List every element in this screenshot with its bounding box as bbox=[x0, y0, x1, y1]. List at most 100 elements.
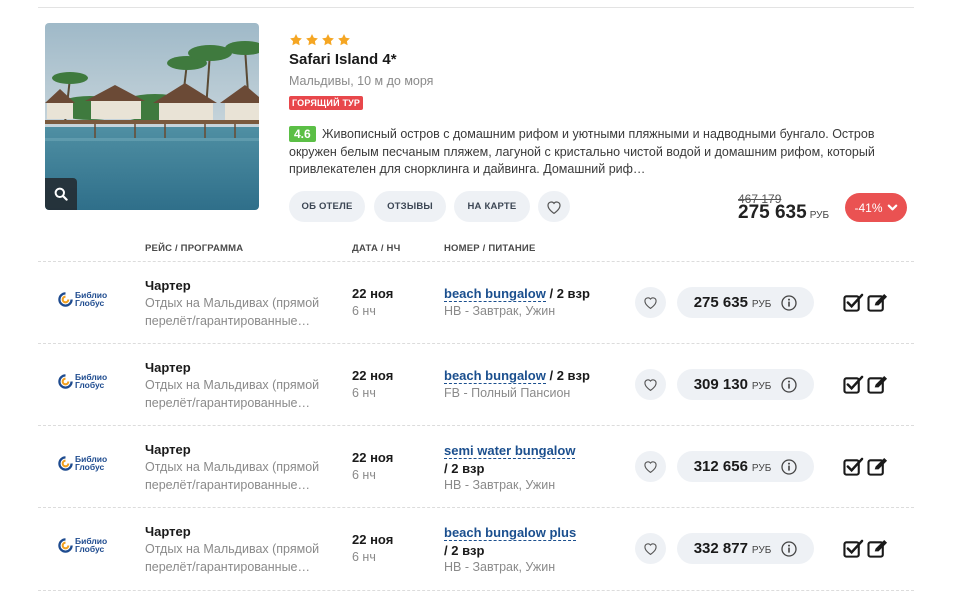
nights-count: 6 нч bbox=[352, 468, 376, 482]
operator-logo-icon bbox=[58, 291, 73, 307]
departure-date: 22 ноя bbox=[352, 286, 394, 301]
program-description: Отдых на Мальдивах (прямой перелёт/гаран… bbox=[145, 296, 320, 328]
room-name-link[interactable]: semi water bungalow bbox=[444, 444, 576, 459]
room-name-link[interactable]: beach bungalow bbox=[444, 368, 546, 384]
operator-name-line2: Глобус bbox=[75, 380, 105, 390]
hotel-photo[interactable] bbox=[45, 23, 259, 210]
rating-badge: 4.6 bbox=[289, 126, 316, 142]
operator-logo-icon bbox=[58, 455, 73, 471]
offer-row[interactable]: Библио Глобус Чартер Отдых на Мальдивах (… bbox=[38, 425, 914, 507]
zoom-button[interactable] bbox=[45, 178, 77, 210]
offer-price: 275 635 bbox=[693, 294, 748, 311]
favorite-offer-button[interactable] bbox=[635, 533, 666, 564]
info-icon[interactable] bbox=[781, 294, 797, 311]
column-header-date: ДАТА / НЧ bbox=[352, 243, 401, 254]
on-map-button[interactable]: НА КАРТЕ bbox=[454, 191, 530, 222]
checkbox-icon[interactable] bbox=[843, 375, 864, 395]
favorite-offer-button[interactable] bbox=[635, 369, 666, 400]
info-icon[interactable] bbox=[781, 458, 797, 475]
operator-name-line2: Глобус bbox=[75, 298, 105, 308]
flight-type: Чартер bbox=[145, 524, 191, 539]
offer-currency: РУБ bbox=[751, 298, 772, 310]
about-hotel-button[interactable]: ОБ ОТЕЛЕ bbox=[289, 191, 365, 222]
operator-name-line2: Глобус bbox=[75, 462, 105, 472]
column-header-flight: РЕЙС / ПРОГРАММА bbox=[145, 243, 244, 254]
checkbox-icon[interactable] bbox=[843, 457, 864, 477]
offer-currency: РУБ bbox=[751, 380, 772, 392]
nights-count: 6 нч bbox=[352, 386, 376, 400]
checkbox-icon[interactable] bbox=[843, 293, 864, 313]
info-icon[interactable] bbox=[781, 540, 797, 557]
chevron-down-icon bbox=[887, 204, 897, 211]
star-icon bbox=[338, 34, 350, 46]
heart-icon bbox=[644, 461, 657, 473]
flight-type: Чартер bbox=[145, 360, 191, 375]
operator-logo: Библио Глобус bbox=[58, 291, 107, 307]
departure-date: 22 ноя bbox=[352, 368, 394, 383]
offer-price-button[interactable]: 275 635 РУБ bbox=[677, 287, 814, 318]
operator-logo-icon bbox=[58, 373, 73, 389]
heart-icon bbox=[644, 543, 657, 555]
offer-currency: РУБ bbox=[751, 462, 772, 474]
meal-plan: HB - Завтрак, Ужин bbox=[444, 560, 556, 574]
reviews-button[interactable]: ОТЗЫВЫ bbox=[374, 191, 446, 222]
heart-icon bbox=[644, 379, 657, 391]
offer-price: 309 130 bbox=[693, 376, 748, 393]
program-description: Отдых на Мальдивах (прямой перелёт/гаран… bbox=[145, 378, 320, 410]
column-header-room: НОМЕР / ПИТАНИЕ bbox=[444, 243, 536, 254]
discount-value: -41% bbox=[854, 200, 883, 215]
offer-currency: РУБ bbox=[751, 544, 772, 556]
meal-plan: HB - Завтрак, Ужин bbox=[444, 304, 556, 318]
offer-price-button[interactable]: 309 130 РУБ bbox=[677, 369, 814, 400]
heart-icon bbox=[644, 297, 657, 309]
nights-count: 6 нч bbox=[352, 304, 376, 318]
departure-date: 22 ноя bbox=[352, 532, 394, 547]
hotel-location: Мальдивы, 10 м до моря bbox=[289, 74, 434, 88]
favorite-offer-button[interactable] bbox=[635, 451, 666, 482]
departure-date: 22 ноя bbox=[352, 450, 394, 465]
offer-price-button[interactable]: 332 877 РУБ bbox=[677, 533, 814, 564]
room-info: beach bungalow / 2 взр bbox=[444, 368, 590, 384]
hot-tour-badge: ГОРЯЩИЙ ТУР bbox=[289, 96, 364, 110]
favorite-offer-button[interactable] bbox=[635, 287, 666, 318]
offer-row[interactable]: Библио Глобус Чартер Отдых на Мальдивах (… bbox=[38, 343, 914, 425]
room-info: beach bungalow / 2 взр bbox=[444, 286, 590, 302]
offer-price-button[interactable]: 312 656 РУБ bbox=[677, 451, 814, 482]
discount-badge[interactable]: -41% bbox=[845, 193, 907, 222]
hotel-name[interactable]: Safari Island 4* bbox=[289, 51, 397, 68]
operator-logo: Библио Глобус bbox=[58, 373, 107, 389]
room-info: beach bungalow plus / 2 взр bbox=[444, 525, 577, 558]
operator-logo-icon bbox=[58, 537, 73, 553]
search-icon bbox=[54, 187, 68, 201]
hotel-price: 275 635 РУБ bbox=[738, 202, 829, 224]
table-bottom-divider bbox=[38, 590, 914, 591]
favorite-hotel-button[interactable] bbox=[538, 191, 570, 222]
info-icon[interactable] bbox=[781, 376, 797, 393]
offer-row[interactable]: Библио Глобус Чартер Отдых на Мальдивах (… bbox=[38, 507, 914, 589]
nights-count: 6 нч bbox=[352, 550, 376, 564]
room-pax: / 2 взр bbox=[444, 461, 485, 476]
room-info: semi water bungalow / 2 взр bbox=[444, 443, 576, 476]
room-name-link[interactable]: beach bungalow plus bbox=[444, 526, 577, 541]
star-icon bbox=[306, 34, 318, 46]
room-name-link[interactable]: beach bungalow bbox=[444, 286, 546, 302]
checkbox-icon[interactable] bbox=[843, 539, 864, 559]
hotel-stars bbox=[289, 33, 351, 47]
top-divider bbox=[38, 7, 914, 8]
star-icon bbox=[322, 34, 334, 46]
edit-icon[interactable] bbox=[867, 293, 890, 313]
offer-price: 312 656 bbox=[693, 458, 748, 475]
offer-row[interactable]: Библио Глобус Чартер Отдых на Мальдивах (… bbox=[38, 261, 914, 343]
operator-logo: Библио Глобус bbox=[58, 537, 107, 553]
hotel-price-currency: РУБ bbox=[809, 210, 830, 221]
heart-icon bbox=[547, 200, 561, 214]
edit-icon[interactable] bbox=[867, 539, 890, 559]
edit-icon[interactable] bbox=[867, 457, 890, 477]
room-pax: / 2 взр bbox=[549, 368, 590, 383]
hotel-description: Живописный остров с домашним рифом и уют… bbox=[289, 127, 875, 176]
edit-icon[interactable] bbox=[867, 375, 890, 395]
hotel-price-value: 275 635 bbox=[738, 202, 807, 223]
room-pax: / 2 взр bbox=[549, 286, 590, 301]
flight-type: Чартер bbox=[145, 278, 191, 293]
meal-plan: HB - Завтрак, Ужин bbox=[444, 478, 556, 492]
